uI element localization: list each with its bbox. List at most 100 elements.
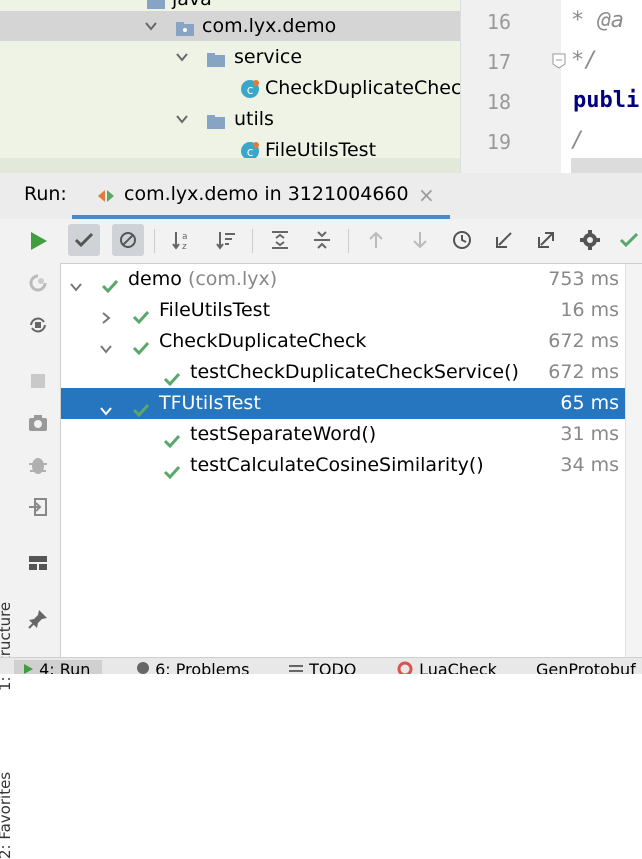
result-row-demo[interactable]: demo (com.lyx) 753 ms — [61, 264, 625, 295]
layout-icon — [29, 556, 47, 570]
chevron-down-icon[interactable] — [175, 112, 189, 126]
folder-icon — [206, 48, 226, 67]
result-duration: 753 ms — [548, 268, 619, 290]
show-ignored-button[interactable] — [112, 224, 144, 256]
run-tool-window-header: Run: com.lyx.demo in 3121004660 × — [0, 173, 642, 220]
result-name: FileUtilsTest — [159, 299, 271, 321]
passed-check-icon — [132, 303, 150, 325]
toolbar-separator — [252, 229, 253, 253]
line-number: 17 — [486, 50, 511, 74]
import-icon — [496, 232, 512, 248]
tree-scrollbar-area[interactable] — [0, 158, 460, 173]
chevron-down-icon[interactable] — [144, 19, 158, 33]
chevron-down-icon[interactable] — [69, 273, 83, 292]
result-row-testcheckduplicatecheckservice[interactable]: testCheckDuplicateCheckService() 672 ms — [61, 357, 625, 388]
play-icon — [31, 232, 47, 250]
sort-by-duration-button[interactable] — [210, 224, 242, 256]
sort-duration-icon — [216, 232, 235, 250]
editor-scrollbar[interactable] — [571, 158, 642, 173]
result-duration: 672 ms — [548, 361, 619, 383]
chevron-down-icon[interactable] — [99, 397, 113, 416]
tab-run[interactable]: 4: Run — [14, 660, 103, 674]
passed-check-icon — [132, 396, 150, 418]
result-duration: 672 ms — [548, 330, 619, 352]
show-passed-button[interactable] — [68, 224, 100, 256]
favorites-side-tab[interactable]: 2: Favorites — [0, 772, 14, 859]
run-left-toolbar: 1: Structure 2: Favorites — [0, 219, 61, 859]
layout-button[interactable] — [22, 547, 54, 579]
sort-alphabetically-button[interactable]: az — [166, 224, 198, 256]
result-name: testCheckDuplicateCheckService() — [190, 361, 519, 383]
result-name: demo — [128, 268, 182, 290]
collapse-all-button[interactable] — [306, 224, 338, 256]
line-number: 19 — [486, 130, 511, 154]
tab-genprotobuf[interactable]: GenProtobuf — [536, 660, 636, 674]
exit-button[interactable] — [22, 491, 54, 523]
dump-threads-button[interactable] — [22, 407, 54, 439]
fold-icon[interactable] — [551, 52, 567, 74]
structure-side-tab[interactable]: 1: Structure — [0, 602, 14, 691]
toolbar-separator — [348, 229, 349, 253]
tab-label: GenProtobuf — [536, 660, 636, 674]
rerun-failed-icon — [29, 274, 47, 292]
code-line: / — [571, 128, 585, 153]
close-icon[interactable]: × — [418, 183, 435, 207]
pin-tab-button[interactable] — [22, 603, 54, 635]
export-tests-button[interactable] — [530, 224, 562, 256]
sort-alpha-icon: az — [172, 232, 188, 251]
settings-button[interactable] — [574, 224, 606, 256]
chevron-down-icon[interactable] — [175, 50, 189, 64]
chevron-down-icon[interactable] — [99, 335, 113, 354]
test-results-toolbar: az — [60, 219, 642, 264]
tree-row-package[interactable]: com.lyx.demo — [0, 11, 460, 41]
result-package: (com.lyx) — [187, 268, 278, 290]
toolbar-separator — [154, 229, 155, 253]
debug-button[interactable] — [22, 449, 54, 481]
next-occurrence-button[interactable] — [404, 224, 436, 256]
passed-check-icon — [101, 272, 119, 294]
result-row-testcalculatecosinesimilarity[interactable]: testCalculateCosineSimilarity() 34 ms — [61, 450, 625, 481]
result-row-testseparateword[interactable]: testSeparateWord() 31 ms — [61, 419, 625, 450]
tree-label: com.lyx.demo — [202, 15, 337, 37]
test-results-tree[interactable]: demo (com.lyx) 753 ms FileUtilsTest 16 m… — [61, 264, 625, 657]
test-history-button[interactable] — [446, 224, 478, 256]
result-duration: 65 ms — [560, 392, 619, 414]
svg-text:z: z — [182, 242, 187, 251]
result-row-fileutilstest[interactable]: FileUtilsTest 16 ms — [61, 295, 625, 326]
tab-label: TODO — [309, 660, 357, 674]
tree-row-utils[interactable]: utils — [0, 104, 460, 134]
import-tests-button[interactable] — [488, 224, 520, 256]
previous-occurrence-button[interactable] — [360, 224, 392, 256]
pin-icon — [28, 610, 47, 629]
luacheck-icon — [397, 661, 413, 674]
result-name: testSeparateWord() — [190, 423, 377, 445]
tab-todo[interactable]: TODO — [288, 660, 356, 674]
run-config-tab[interactable]: com.lyx.demo in 3121004660 × — [72, 173, 450, 219]
results-scrollbar[interactable] — [625, 264, 642, 657]
history-icon — [453, 231, 471, 249]
collapse-all-icon — [314, 231, 330, 249]
stop-button[interactable] — [22, 365, 54, 397]
tab-luacheck[interactable]: LuaCheck — [396, 660, 497, 674]
camera-icon — [29, 415, 47, 431]
result-row-tfutilstest[interactable]: TFUtilsTest 65 ms — [61, 388, 625, 419]
tree-label: utils — [234, 108, 274, 130]
rerun-button[interactable] — [22, 225, 54, 257]
auto-test-icon — [30, 317, 46, 333]
result-row-checkduplicatecheck[interactable]: CheckDuplicateCheck 672 ms — [61, 326, 625, 357]
code-editor[interactable]: 16 17 18 19 * @a */ publi / — [460, 0, 642, 173]
tree-row-service[interactable]: service — [0, 42, 460, 72]
tree-row-class[interactable]: c CheckDuplicateCheck — [0, 73, 460, 103]
run-tab-title: com.lyx.demo in 3121004660 — [124, 183, 409, 205]
passed-check-icon — [163, 365, 181, 387]
result-duration: 16 ms — [560, 299, 619, 321]
expand-all-button[interactable] — [264, 224, 296, 256]
class-icon: c — [240, 78, 260, 98]
toggle-auto-test-button[interactable] — [22, 309, 54, 341]
bug-icon — [29, 458, 47, 474]
rerun-failed-button[interactable] — [22, 267, 54, 299]
chevron-right-icon[interactable] — [99, 304, 113, 324]
tree-label: CheckDuplicateCheck — [265, 77, 460, 99]
tab-problems[interactable]: 6: Problems — [136, 660, 250, 674]
run-label: Run: — [24, 183, 67, 205]
